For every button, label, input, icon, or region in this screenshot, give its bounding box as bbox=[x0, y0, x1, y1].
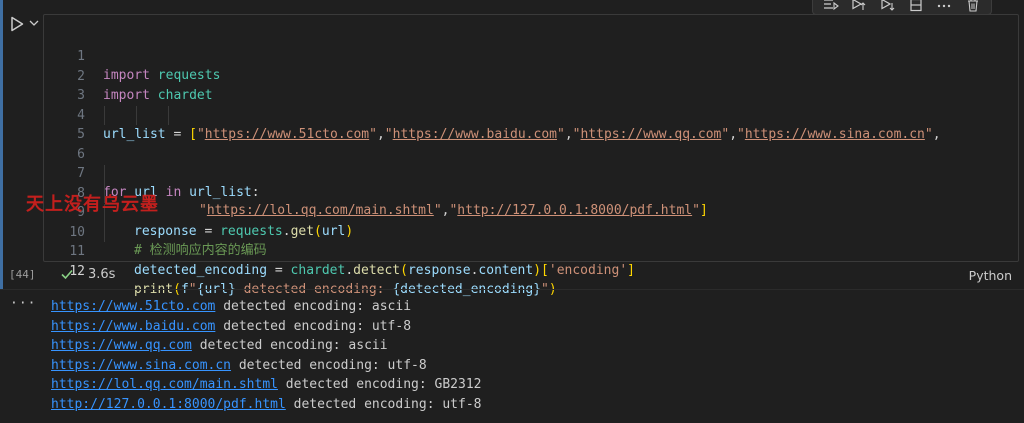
bracket: ) bbox=[533, 262, 542, 278]
output-line: http://127.0.0.1:8000/pdf.html detected … bbox=[51, 395, 481, 415]
code-line-8: 8 response = requests.get(url) bbox=[44, 164, 1004, 239]
output-text: detected encoding: ascii bbox=[215, 299, 412, 314]
run-cell-button[interactable] bbox=[8, 15, 26, 33]
output-text: detected encoding: utf-8 bbox=[231, 357, 427, 373]
execute-below-icon bbox=[881, 0, 895, 11]
execution-count: [44] bbox=[9, 268, 36, 281]
play-icon bbox=[11, 16, 24, 32]
code-line-6: 6 bbox=[44, 126, 1004, 162]
output-text: detected encoding: GB2312 bbox=[277, 377, 482, 393]
code-editor[interactable]: 1 import requests 2 import chardet 3 4 u… bbox=[43, 14, 1019, 297]
indent-guide bbox=[136, 106, 137, 125]
bracket: [ bbox=[541, 262, 549, 278]
code-line-7: 7 for url in url_list: bbox=[44, 145, 1004, 200]
cell-focus-indicator bbox=[0, 0, 3, 290]
output-text: detected encoding: utf-8 bbox=[285, 396, 482, 412]
execute-above-icon bbox=[852, 0, 866, 10]
module-name: chardet bbox=[290, 262, 346, 278]
code-line-5: 5 "https://lol.qq.com/main.shtml","http:… bbox=[44, 106, 1004, 218]
output-link[interactable]: https://www.baidu.com bbox=[51, 319, 215, 334]
output-link[interactable]: http://127.0.0.1:8000/pdf.html bbox=[51, 397, 286, 412]
execute-below-button[interactable] bbox=[878, 0, 898, 14]
indent-guide bbox=[104, 164, 105, 184]
attribute: content bbox=[478, 262, 534, 278]
execution-time: 3.6s bbox=[88, 267, 116, 282]
output-line: https://www.51cto.com detected encoding:… bbox=[51, 297, 481, 317]
run-options-dropdown[interactable] bbox=[28, 16, 40, 30]
code-line-4: 4 url_list = ["https://www.51cto.com","h… bbox=[44, 87, 1004, 142]
execute-above-button[interactable] bbox=[849, 0, 869, 14]
output-more-actions[interactable]: ··· bbox=[10, 296, 36, 311]
run-by-line-button[interactable] bbox=[821, 0, 841, 14]
run-by-line-icon bbox=[824, 0, 840, 10]
operator: = bbox=[267, 262, 291, 278]
indent-guide bbox=[168, 106, 169, 125]
output-link[interactable]: https://lol.qq.com/main.shtml bbox=[51, 377, 278, 392]
output-text: detected encoding: utf-8 bbox=[215, 318, 412, 334]
more-actions-icon bbox=[938, 4, 951, 7]
output-link[interactable]: https://www.51cto.com bbox=[51, 299, 215, 314]
variable: response bbox=[407, 262, 471, 278]
more-actions-button[interactable] bbox=[934, 0, 954, 14]
indent-guide bbox=[104, 223, 105, 242]
variable: detected_encoding bbox=[134, 262, 268, 278]
code-line-9: 9 # 检测响应内容的编码 bbox=[44, 184, 1004, 258]
output-text: detected encoding: ascii bbox=[191, 338, 388, 354]
output-line: https://www.baidu.com detected encoding:… bbox=[51, 317, 481, 337]
code-line-3: 3 bbox=[44, 67, 1004, 103]
output-link[interactable]: https://www.qq.com bbox=[51, 338, 192, 353]
function-name: detect bbox=[353, 262, 401, 278]
indent-guide bbox=[104, 106, 105, 125]
cell-divider bbox=[0, 289, 1024, 290]
bracket: ( bbox=[400, 262, 408, 278]
watermark-text: 天上没有乌云墨 bbox=[26, 194, 159, 215]
split-cell-button[interactable] bbox=[906, 0, 926, 14]
code-line-1: 1 import requests bbox=[44, 28, 1004, 83]
bracket: ] bbox=[627, 262, 635, 278]
cell-output: https://www.51cto.com detected encoding:… bbox=[51, 297, 481, 415]
output-link[interactable]: https://www.sina.com.cn bbox=[51, 358, 231, 373]
language-picker[interactable]: Python bbox=[969, 268, 1012, 283]
string-literal: 'encoding' bbox=[548, 262, 628, 278]
code-line-10: 10 detected_encoding = chardet.detect(re… bbox=[44, 203, 1004, 278]
output-line: https://www.qq.com detected encoding: as… bbox=[51, 336, 481, 356]
dot: . bbox=[345, 262, 354, 278]
output-line: https://www.sina.com.cn detected encodin… bbox=[51, 356, 481, 376]
cell-toolbar bbox=[812, 0, 992, 15]
code-line-12: 12 bbox=[44, 243, 1004, 279]
chevron-down-icon bbox=[29, 20, 39, 26]
code-line-11: 11 print(f"{url} detected encoding: {det… bbox=[44, 223, 1004, 297]
delete-icon bbox=[967, 0, 978, 12]
check-icon bbox=[61, 269, 73, 280]
split-cell-icon bbox=[910, 0, 922, 11]
output-line: https://lol.qq.com/main.shtml detected e… bbox=[51, 375, 481, 395]
code-line-2: 2 import chardet bbox=[44, 48, 1004, 103]
delete-cell-button[interactable] bbox=[963, 0, 983, 14]
